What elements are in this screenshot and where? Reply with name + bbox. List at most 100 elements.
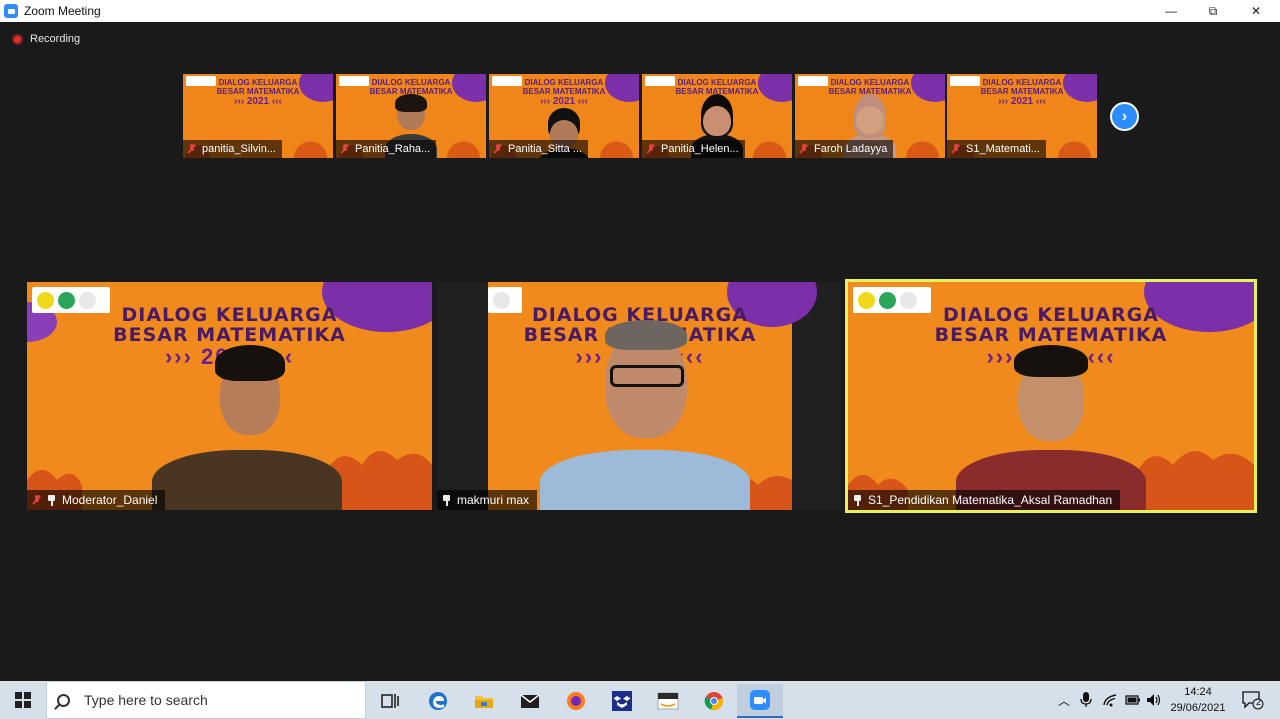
- participant-name-label: Panitia_Raha...: [336, 140, 437, 158]
- participant-thumbnail[interactable]: DIALOG KELUARGA BESAR MATEMATIKA Panitia…: [642, 74, 792, 158]
- edge-button[interactable]: [415, 684, 461, 718]
- task-view-icon: [381, 694, 399, 708]
- start-button[interactable]: [0, 681, 46, 719]
- banner-line-1: DIALOG KELUARGA: [943, 304, 1159, 326]
- mic-muted-icon: [951, 144, 960, 154]
- pin-icon: [853, 494, 862, 506]
- video-tile-makmuri[interactable]: DIALOG KELUARGA BESAR MATEMATIKA ››› 202…: [437, 282, 842, 510]
- microphone-tray-button[interactable]: [1076, 681, 1096, 719]
- chrome-icon: [704, 692, 724, 711]
- amazon-button[interactable]: [645, 684, 691, 718]
- participant-name-label: panitia_Silvin...: [183, 140, 282, 158]
- participant-name: makmuri max: [457, 493, 530, 507]
- chevron-up-icon: ︿: [1057, 693, 1070, 708]
- mic-muted-icon: [646, 144, 655, 154]
- restore-button[interactable]: ⧉: [1192, 0, 1234, 22]
- banner-line-2: BESAR MATEMATIKA: [980, 87, 1064, 96]
- title-bar: Zoom Meeting — ⧉ ✕: [0, 0, 1280, 22]
- participant-name: S1_Pendidikan Matematika_Aksal Ramadhan: [868, 493, 1113, 507]
- banner-year: ››› 2021 ‹‹‹: [234, 96, 282, 107]
- participant-thumbnail[interactable]: DIALOG KELUARGA BESAR MATEMATIKA Panitia…: [336, 74, 486, 158]
- microphone-icon: [1080, 692, 1092, 707]
- notifications-button[interactable]: 2: [1236, 681, 1270, 719]
- banner-year: ››› 2021 ‹‹‹: [540, 96, 588, 107]
- participant-name-label: makmuri max: [437, 490, 538, 510]
- show-hidden-icons-button[interactable]: ︿: [1054, 681, 1074, 719]
- video-tile-aksal[interactable]: DIALOG KELUARGA BESAR MATEMATIKA ››› 202…: [848, 282, 1254, 510]
- participant-name: S1_Matemati...: [966, 143, 1040, 155]
- volume-tray-button[interactable]: [1144, 681, 1164, 719]
- participant-name-label: Panitia_Sitta ...: [489, 140, 588, 158]
- banner-line-1: DIALOG KELUARGA: [830, 78, 910, 87]
- participant-thumbnail[interactable]: DIALOG KELUARGA BESAR MATEMATIKA ››› 202…: [947, 74, 1097, 158]
- windows-icon: [15, 692, 31, 708]
- participant-name-label: S1_Matemati...: [947, 140, 1046, 158]
- banner-line-1: DIALOG KELUARGA: [218, 78, 298, 87]
- clock-time: 14:24: [1184, 686, 1212, 698]
- notification-count: 2: [1256, 697, 1262, 707]
- dropbox-button[interactable]: [599, 684, 645, 718]
- banner-line-1: DIALOG KELUARGA: [121, 304, 338, 326]
- banner-line-1: DIALOG KELUARGA: [371, 78, 451, 87]
- search-placeholder: Type here to search: [84, 692, 208, 708]
- zoom-icon: [750, 690, 770, 710]
- mic-muted-icon: [187, 144, 196, 154]
- participant-name: Panitia_Sitta ...: [508, 143, 582, 155]
- participant-name: Faroh Ladayya: [814, 143, 888, 155]
- firefox-icon: [567, 692, 585, 710]
- taskbar-search[interactable]: Type here to search: [46, 681, 366, 719]
- participant-thumbnail[interactable]: DIALOG KELUARGA BESAR MATEMATIKA ››› 202…: [183, 74, 333, 158]
- firefox-button[interactable]: [553, 684, 599, 718]
- mic-muted-icon: [493, 144, 502, 154]
- participant-name-label: Faroh Ladayya: [795, 140, 894, 158]
- close-button[interactable]: ✕: [1235, 0, 1277, 22]
- zoom-app-icon: [4, 4, 18, 18]
- search-icon: [57, 693, 70, 707]
- task-view-button[interactable]: [367, 684, 413, 718]
- mail-button[interactable]: [507, 684, 553, 718]
- meeting-area: Recording DIALOG KELUARGA BESAR MATEMATI…: [0, 22, 1280, 681]
- taskbar-clock[interactable]: 14:24 29/06/2021: [1164, 684, 1232, 716]
- participant-name-label: S1_Pendidikan Matematika_Aksal Ramadhan: [848, 490, 1121, 510]
- recording-label: Recording: [30, 33, 81, 45]
- banner-line-2: BESAR MATEMATIKA: [522, 87, 606, 96]
- zoom-button[interactable]: [737, 684, 783, 718]
- recording-indicator[interactable]: Recording: [12, 33, 80, 45]
- banner-line-2: BESAR MATEMATIKA: [216, 87, 300, 96]
- pin-icon: [47, 494, 56, 506]
- mail-icon: [520, 694, 540, 708]
- dropbox-icon: [612, 691, 632, 711]
- file-explorer-icon: [475, 696, 493, 708]
- mic-muted-icon: [32, 495, 41, 505]
- chrome-button[interactable]: [691, 684, 737, 718]
- mic-muted-icon: [799, 144, 808, 154]
- banner-year: ››› 2021 ‹‹‹: [998, 96, 1046, 107]
- banner-line-1: DIALOG KELUARGA: [524, 78, 604, 87]
- battery-icon: [1125, 695, 1140, 705]
- participant-video: [956, 345, 1146, 510]
- file-explorer-button[interactable]: [461, 684, 507, 718]
- mic-muted-icon: [340, 144, 349, 154]
- participant-name: Moderator_Daniel: [62, 493, 158, 507]
- participant-name: Panitia_Raha...: [355, 143, 431, 155]
- video-tile-moderator[interactable]: DIALOG KELUARGA BESAR MATEMATIKA ››› 202…: [27, 282, 432, 510]
- network-tray-button[interactable]: [1099, 681, 1121, 719]
- amazon-icon: [657, 692, 679, 710]
- next-page-button[interactable]: ›: [1110, 102, 1139, 131]
- wifi-icon: [1103, 694, 1117, 707]
- edge-icon: [429, 692, 447, 710]
- banner-line-1: DIALOG KELUARGA: [982, 78, 1062, 87]
- chevron-right-icon: ›: [1121, 107, 1128, 125]
- minimize-button[interactable]: —: [1150, 0, 1192, 22]
- participant-name: Panitia_Helen...: [661, 143, 739, 155]
- clock-date: 29/06/2021: [1170, 702, 1226, 714]
- participant-name-label: Moderator_Daniel: [27, 490, 166, 510]
- participant-thumbnail[interactable]: DIALOG KELUARGA BESAR MATEMATIKA ››› 202…: [489, 74, 639, 158]
- participant-thumbnail[interactable]: DIALOG KELUARGA BESAR MATEMATIKA Faroh L…: [795, 74, 945, 158]
- participant-video: [540, 320, 750, 510]
- recording-icon: [12, 33, 23, 45]
- battery-tray-button[interactable]: [1122, 681, 1144, 719]
- participant-name-label: Panitia_Helen...: [642, 140, 745, 158]
- window-title: Zoom Meeting: [24, 4, 101, 18]
- participant-name: panitia_Silvin...: [202, 143, 276, 155]
